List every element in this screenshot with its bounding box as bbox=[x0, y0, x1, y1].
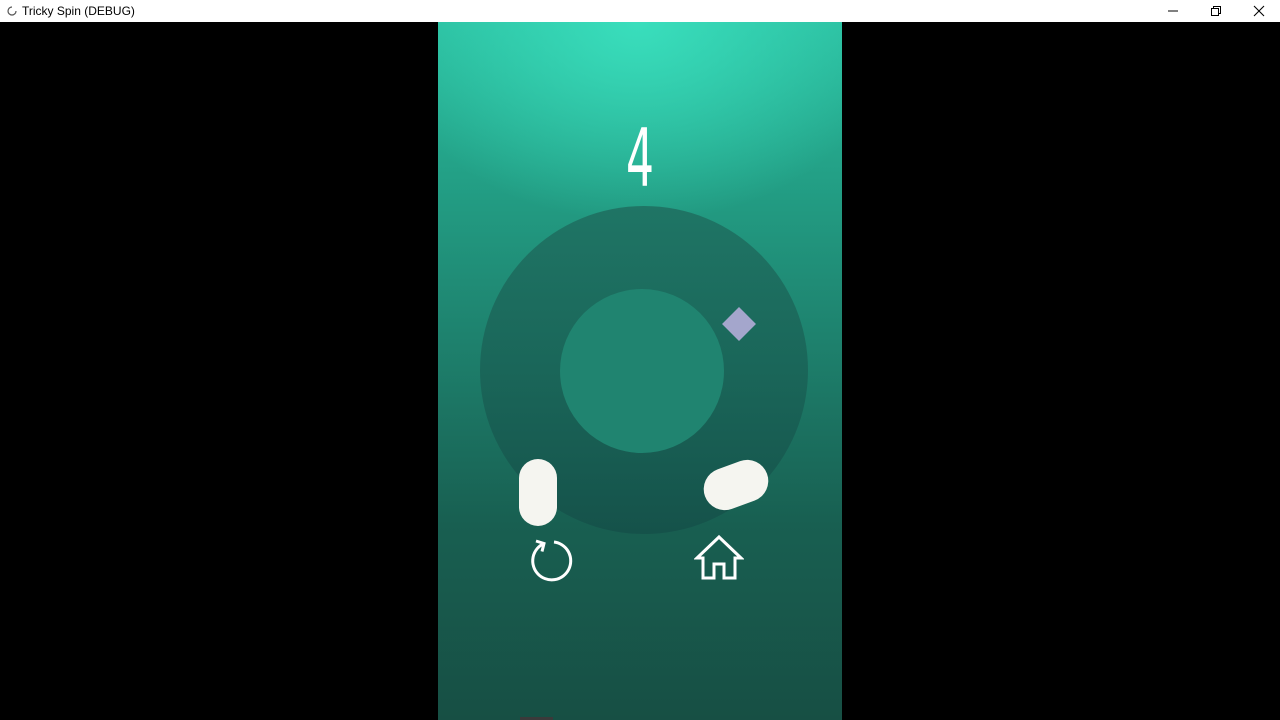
restart-icon bbox=[531, 539, 573, 582]
restart-button[interactable] bbox=[526, 533, 576, 583]
home-icon bbox=[694, 534, 744, 580]
restore-button[interactable] bbox=[1194, 0, 1237, 22]
restore-icon bbox=[1210, 6, 1221, 16]
game-area[interactable]: 4 bbox=[438, 22, 842, 720]
close-button[interactable] bbox=[1237, 0, 1280, 22]
app-loading-icon bbox=[5, 4, 19, 18]
minimize-button[interactable] bbox=[1151, 0, 1194, 22]
window-title: Tricky Spin (DEBUG) bbox=[22, 4, 135, 18]
minimize-icon bbox=[1167, 10, 1178, 12]
score-counter: 4 bbox=[626, 112, 654, 205]
window-controls bbox=[1151, 0, 1280, 22]
title-bar[interactable]: Tricky Spin (DEBUG) bbox=[0, 0, 1280, 22]
home-button[interactable] bbox=[694, 532, 744, 582]
close-icon bbox=[1253, 5, 1264, 17]
paddle-left bbox=[519, 459, 557, 526]
app-window: Tricky Spin (DEBUG) 4 bbox=[0, 0, 1280, 720]
ring-center bbox=[560, 289, 724, 453]
